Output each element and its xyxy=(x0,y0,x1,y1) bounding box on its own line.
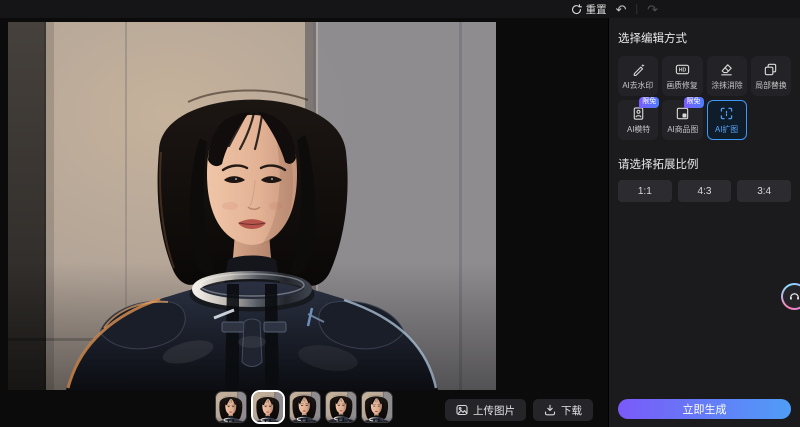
redo-icon: ↷ xyxy=(647,1,658,17)
tool-ai-expand-image[interactable]: AI扩图 xyxy=(706,100,747,140)
download-label: 下载 xyxy=(561,404,582,417)
topbar-divider: | xyxy=(635,3,639,15)
download-icon xyxy=(544,404,556,416)
expand-image-icon xyxy=(720,107,733,119)
reset-label: 重置 xyxy=(585,3,607,16)
tool-partial-replace[interactable]: 局部替换 xyxy=(750,56,791,96)
tool-ai-watermark-remove[interactable]: AI去水印 xyxy=(618,56,659,96)
ratio-3-4[interactable]: 3:4 xyxy=(737,180,792,202)
upload-image-button[interactable]: 上传图片 xyxy=(445,399,526,421)
app-window: 重置 ↶ | ↷ 上传图片 下载 选择编辑方式 AI去水印 HD 画质修复 涂抹… xyxy=(0,0,800,427)
redo-button[interactable]: ↷ xyxy=(647,3,658,16)
topbar: 重置 ↶ | ↷ xyxy=(0,0,800,18)
tool-label: AI商品图 xyxy=(666,123,698,134)
edit-method-title: 选择编辑方式 xyxy=(618,33,687,45)
ratio-title: 请选择拓展比例 xyxy=(618,159,699,171)
tool-ai-product-image[interactable]: 限免 AI商品图 xyxy=(662,97,704,140)
reset-icon xyxy=(571,3,582,14)
main-area: 上传图片 下载 选择编辑方式 AI去水印 HD 画质修复 涂抹消除 局部替换 限… xyxy=(0,18,800,427)
model-icon xyxy=(633,106,643,120)
thumbnail-4[interactable] xyxy=(325,391,357,423)
product-image-icon xyxy=(676,107,689,119)
thumbnail-5[interactable] xyxy=(361,391,393,423)
watermark-remove-icon xyxy=(633,63,645,76)
assistant-icon xyxy=(783,285,800,308)
ratio-1-1[interactable]: 1:1 xyxy=(618,180,672,202)
thumbnail-1[interactable] xyxy=(215,391,247,423)
tool-label: 局部替换 xyxy=(755,79,787,90)
limited-free-badge: 限免 xyxy=(639,97,660,108)
tool-label: 涂抹消除 xyxy=(710,79,743,90)
thumbnail-2-selected[interactable] xyxy=(251,390,285,424)
edit-panel: 选择编辑方式 AI去水印 HD 画质修复 涂抹消除 局部替换 限免 AI模特 限… xyxy=(608,18,800,427)
limited-free-badge: 限免 xyxy=(683,97,704,108)
upload-image-icon xyxy=(456,404,468,416)
undo-button[interactable]: ↶ xyxy=(616,3,627,16)
history-controls: 重置 ↶ | ↷ xyxy=(571,2,658,17)
tool-label: AI扩图 xyxy=(715,123,739,134)
canvas-area: 上传图片 下载 xyxy=(0,18,608,427)
download-button[interactable]: 下载 xyxy=(533,399,593,421)
bottom-actions: 上传图片 下载 xyxy=(445,399,593,421)
tool-smudge-erase[interactable]: 涂抹消除 xyxy=(706,56,747,96)
tool-quality-repair[interactable]: HD 画质修复 xyxy=(662,56,703,96)
tool-label: AI去水印 xyxy=(622,79,654,90)
eraser-icon xyxy=(721,63,732,75)
tool-label: 画质修复 xyxy=(666,79,699,90)
reset-button[interactable]: 重置 xyxy=(571,2,607,17)
replace-icon xyxy=(765,63,777,75)
thumbnail-3[interactable] xyxy=(289,391,321,423)
upload-image-label: 上传图片 xyxy=(473,404,515,417)
thumbnail-strip xyxy=(215,390,393,424)
ratio-4-3[interactable]: 4:3 xyxy=(677,180,732,202)
generate-button[interactable]: 立即生成 xyxy=(618,399,791,419)
undo-icon: ↶ xyxy=(615,1,627,17)
svg-text:HD: HD xyxy=(679,67,687,73)
hd-repair-icon: HD xyxy=(675,64,690,74)
preview-image xyxy=(8,22,496,390)
ratio-options: 1:1 4:3 3:4 xyxy=(618,180,792,202)
canvas-bottom-bar: 上传图片 下载 xyxy=(0,389,608,427)
tool-grid: AI去水印 HD 画质修复 涂抹消除 局部替换 限免 AI模特 限免 AI商品图… xyxy=(618,56,791,140)
tool-ai-model[interactable]: 限免 AI模特 xyxy=(618,97,660,140)
tool-label: AI模特 xyxy=(626,123,650,134)
